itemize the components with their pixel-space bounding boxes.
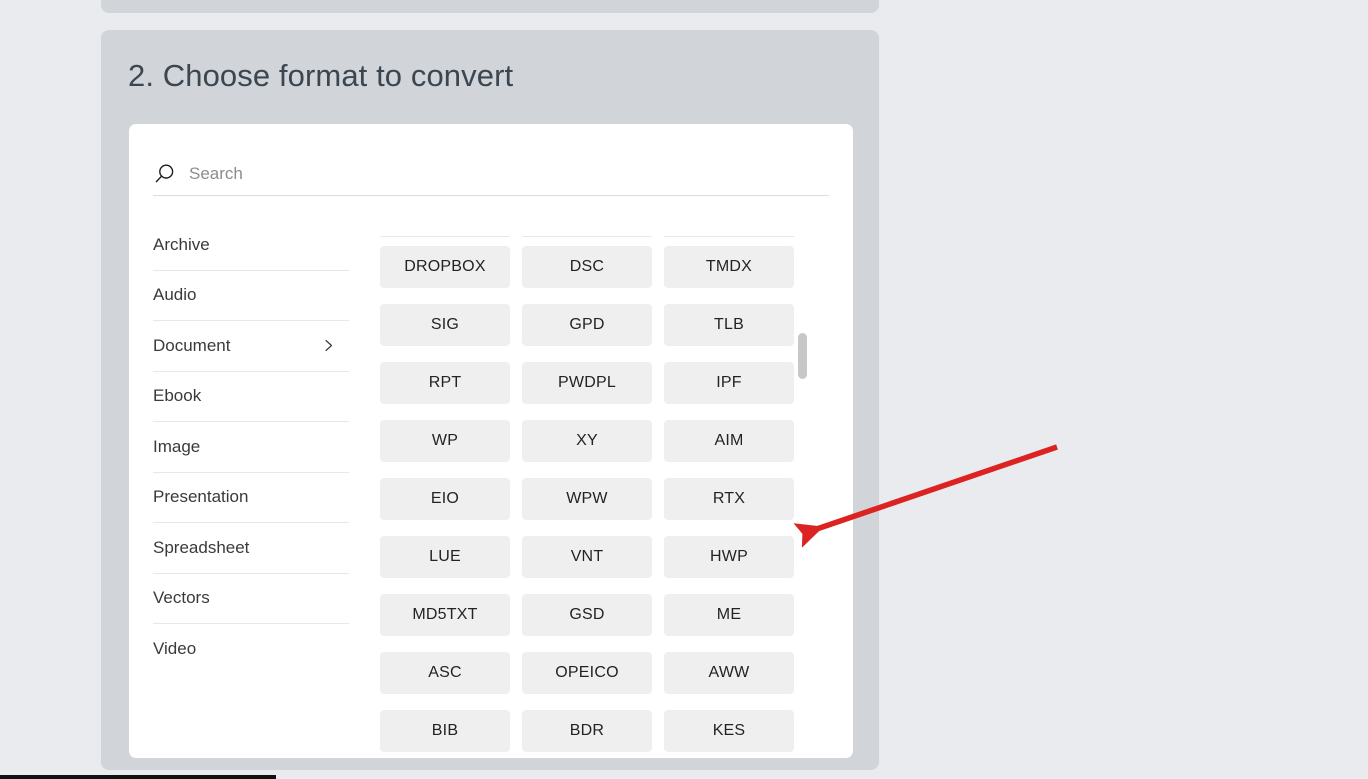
category-label: Audio xyxy=(153,285,196,305)
scrollbar-track[interactable] xyxy=(798,220,808,758)
format-button[interactable]: DSC xyxy=(522,246,652,288)
format-chooser-card: Archive Audio Document Eb xyxy=(129,124,853,758)
format-button[interactable]: KES xyxy=(664,710,794,752)
category-label: Spreadsheet xyxy=(153,538,249,558)
sidebar-item-vectors[interactable]: Vectors xyxy=(153,574,349,625)
format-button[interactable]: AWW xyxy=(664,652,794,694)
page-title: 2. Choose format to convert xyxy=(128,58,513,94)
format-button[interactable]: RTX xyxy=(664,478,794,520)
category-label: Ebook xyxy=(153,386,201,406)
format-button[interactable]: VNT xyxy=(522,536,652,578)
category-list: Archive Audio Document Eb xyxy=(153,220,349,674)
sidebar-item-archive[interactable]: Archive xyxy=(153,220,349,271)
category-label: Image xyxy=(153,437,200,457)
sidebar-item-audio[interactable]: Audio xyxy=(153,271,349,322)
format-button[interactable]: GSD xyxy=(522,594,652,636)
format-button[interactable]: HWP xyxy=(664,536,794,578)
format-button[interactable]: MD5TXT xyxy=(380,594,510,636)
format-button[interactable]: TLB xyxy=(664,304,794,346)
format-button[interactable]: LUE xyxy=(380,536,510,578)
sidebar-item-image[interactable]: Image xyxy=(153,422,349,473)
format-browser: Archive Audio Document Eb xyxy=(129,220,853,758)
sidebar-item-document[interactable]: Document xyxy=(153,321,349,372)
category-label: Vectors xyxy=(153,588,210,608)
format-button[interactable]: BDR xyxy=(522,710,652,752)
bottom-edge-strip xyxy=(0,775,276,779)
sidebar-item-video[interactable]: Video xyxy=(153,624,349,674)
format-button[interactable]: ASC xyxy=(380,652,510,694)
divider xyxy=(380,236,510,237)
search-input[interactable] xyxy=(189,164,789,184)
format-button[interactable]: ME xyxy=(664,594,794,636)
format-button[interactable]: XY xyxy=(522,420,652,462)
divider xyxy=(522,236,652,237)
divider xyxy=(664,236,794,237)
format-button[interactable]: SIG xyxy=(380,304,510,346)
format-button[interactable]: EIO xyxy=(380,478,510,520)
category-label: Document xyxy=(153,336,230,356)
format-button[interactable]: BIB xyxy=(380,710,510,752)
page-root: 2. Choose format to convert Archive xyxy=(0,0,1368,779)
search-icon xyxy=(153,162,177,186)
step-2-panel: 2. Choose format to convert Archive xyxy=(101,30,879,770)
format-button[interactable]: PWDPL xyxy=(522,362,652,404)
format-button[interactable]: WP xyxy=(380,420,510,462)
format-grid-top-divider xyxy=(380,236,796,237)
sidebar-item-spreadsheet[interactable]: Spreadsheet xyxy=(153,523,349,574)
search-row[interactable] xyxy=(153,152,829,196)
scrollbar-thumb[interactable] xyxy=(798,333,807,379)
format-button[interactable]: AIM xyxy=(664,420,794,462)
format-button[interactable]: TMDX xyxy=(664,246,794,288)
previous-step-panel xyxy=(101,0,879,13)
format-button[interactable]: WPW xyxy=(522,478,652,520)
sidebar-item-ebook[interactable]: Ebook xyxy=(153,372,349,423)
format-grid: DROPBOX DSC TMDX SIG GPD TLB RPT PWDPL IPF WP XY AI… xyxy=(380,246,796,752)
format-button[interactable]: DROPBOX xyxy=(380,246,510,288)
category-label: Archive xyxy=(153,235,210,255)
sidebar-item-presentation[interactable]: Presentation xyxy=(153,473,349,524)
format-button[interactable]: GPD xyxy=(522,304,652,346)
format-grid-scroll-area[interactable]: DROPBOX DSC TMDX SIG GPD TLB RPT PWDPL IPF WP XY AI… xyxy=(380,220,827,758)
format-button[interactable]: IPF xyxy=(664,362,794,404)
format-button[interactable]: RPT xyxy=(380,362,510,404)
format-button[interactable]: OPEICO xyxy=(522,652,652,694)
category-label: Presentation xyxy=(153,487,248,507)
category-label: Video xyxy=(153,639,196,659)
chevron-right-icon xyxy=(322,339,335,352)
